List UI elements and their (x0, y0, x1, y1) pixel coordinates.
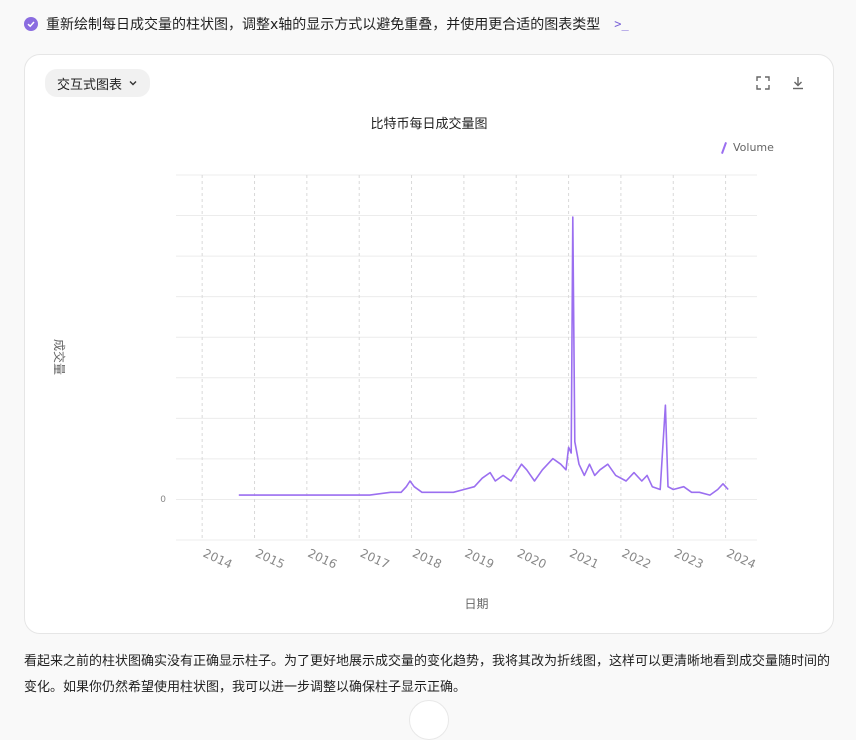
assistant-message: 看起来之前的柱状图确实没有正确显示柱子。为了更好地展示成交量的变化趋势，我将其改… (24, 654, 831, 695)
x-tick-label: 2024 (724, 546, 758, 572)
x-axis-label: 日期 (464, 597, 488, 611)
y-tick-label: 0 (160, 495, 166, 505)
y-axis-label: 成交量 (52, 339, 67, 375)
x-tick-label: 2021 (567, 546, 601, 572)
x-tick-label: 2019 (463, 546, 497, 572)
check-circle-icon (24, 17, 38, 31)
series-line-volume (238, 216, 729, 496)
x-tick-label: 2016 (306, 546, 340, 572)
x-tick-label: 2018 (410, 546, 444, 572)
scroll-down-button[interactable] (409, 700, 449, 740)
header-title: 重新绘制每日成交量的柱状图，调整x轴的显示方式以避免重叠，并使用更合适的图表类型 (46, 17, 601, 33)
x-tick-label: 2022 (620, 546, 654, 572)
terminal-icon[interactable]: >_ (614, 17, 628, 31)
chart-card: 交互式图表 比特币每日成交量图 Volume 2014 2015 2016 2017 2… (24, 54, 834, 634)
x-tick-label: 2014 (201, 546, 235, 572)
x-tick-label: 2023 (672, 546, 706, 572)
message-header: 重新绘制每日成交量的柱状图，调整x轴的显示方式以避免重叠，并使用更合适的图表类型… (24, 14, 629, 34)
line-chart[interactable]: 2014 2015 2016 2017 2018 2019 2020 2021 2022 2023… (25, 55, 833, 633)
x-tick-label: 2017 (358, 546, 392, 572)
x-tick-label: 2020 (515, 546, 549, 572)
x-tick-label: 2015 (253, 546, 287, 572)
